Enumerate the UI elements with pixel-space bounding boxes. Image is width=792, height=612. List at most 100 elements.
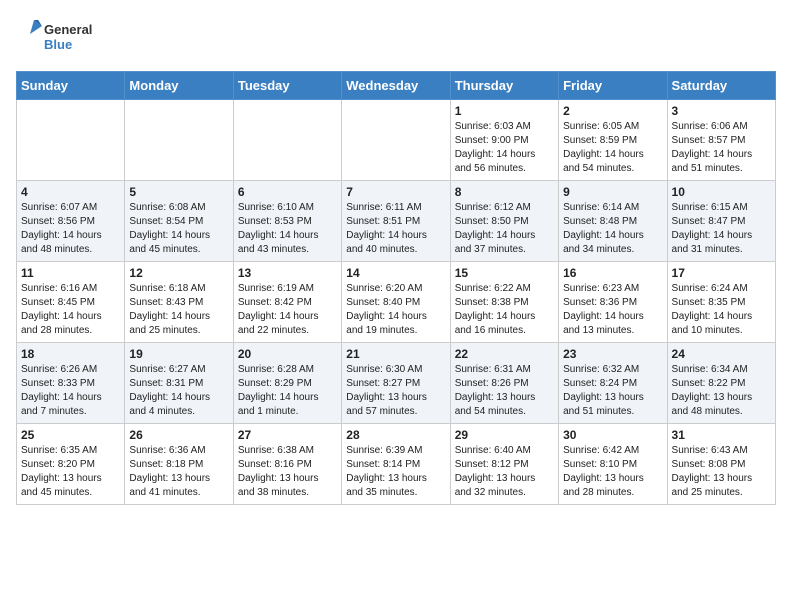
calendar-cell: 22 Sunrise: 6:31 AM Sunset: 8:26 PM Dayli… bbox=[450, 342, 558, 423]
day-info: Sunrise: 6:07 AM Sunset: 8:56 PM Dayligh… bbox=[21, 201, 120, 257]
day-info: Sunrise: 6:39 AM Sunset: 8:14 PM Dayligh… bbox=[346, 444, 445, 500]
day-info: Sunrise: 6:23 AM Sunset: 8:36 PM Dayligh… bbox=[563, 282, 662, 338]
calendar-cell: 23Sunrise: 6:32 AM Sunset: 8:24 PM Dayli… bbox=[559, 342, 667, 423]
day-info: Sunrise: 6:36 AM Sunset: 8:18 PM Dayligh… bbox=[129, 444, 228, 500]
day-info: Sunrise: 6:30 AM Sunset: 8:27 PM Dayligh… bbox=[346, 363, 445, 419]
calendar-week-row: 4Sunrise: 6:07 AM Sunset: 8:56 PM Daylig… bbox=[17, 180, 776, 261]
day-info: Sunrise: 6:22 AM Sunset: 8:38 PM Dayligh… bbox=[455, 282, 554, 338]
day-info: Sunrise: 6:35 AM Sunset: 8:20 PM Dayligh… bbox=[21, 444, 120, 500]
day-number: 12 bbox=[129, 266, 228, 280]
day-number: 8 bbox=[455, 185, 554, 199]
day-info: Sunrise: 6:16 AM Sunset: 8:45 PM Dayligh… bbox=[21, 282, 120, 338]
day-number: 10 bbox=[672, 185, 771, 199]
calendar-cell: 24 Sunrise: 6:34 AM Sunset: 8:22 PM Dayli… bbox=[667, 342, 775, 423]
calendar-cell: 2Sunrise: 6:05 AM Sunset: 8:59 PM Daylig… bbox=[559, 99, 667, 180]
day-number: 22 bbox=[455, 347, 554, 361]
day-number: 6 bbox=[238, 185, 337, 199]
calendar-cell: 29Sunrise: 6:40 AM Sunset: 8:12 PM Dayli… bbox=[450, 423, 558, 504]
day-info: Sunrise: 6:31 AM Sunset: 8:26 PM Dayligh… bbox=[455, 363, 554, 419]
day-number: 16 bbox=[563, 266, 662, 280]
calendar-cell: 3 Sunrise: 6:06 AM Sunset: 8:57 PM Daylig… bbox=[667, 99, 775, 180]
day-info: Sunrise: 6:03 AM Sunset: 9:00 PM Dayligh… bbox=[455, 120, 554, 176]
calendar-cell: 7 Sunrise: 6:11 AM Sunset: 8:51 PM Daylig… bbox=[342, 180, 450, 261]
day-number: 28 bbox=[346, 428, 445, 442]
calendar-cell: 19Sunrise: 6:27 AM Sunset: 8:31 PM Dayli… bbox=[125, 342, 233, 423]
calendar-cell bbox=[233, 99, 341, 180]
calendar-cell: 10Sunrise: 6:15 AM Sunset: 8:47 PM Dayli… bbox=[667, 180, 775, 261]
calendar-week-row: 25 Sunrise: 6:35 AM Sunset: 8:20 PM Dayli… bbox=[17, 423, 776, 504]
day-info: Sunrise: 6:12 AM Sunset: 8:50 PM Dayligh… bbox=[455, 201, 554, 257]
calendar-cell: 30 Sunrise: 6:42 AM Sunset: 8:10 PM Dayli… bbox=[559, 423, 667, 504]
weekday-header-friday: Friday bbox=[559, 71, 667, 99]
day-number: 14 bbox=[346, 266, 445, 280]
day-info: Sunrise: 6:24 AM Sunset: 8:35 PM Dayligh… bbox=[672, 282, 771, 338]
calendar-cell: 14 Sunrise: 6:20 AM Sunset: 8:40 PM Dayli… bbox=[342, 261, 450, 342]
day-info: Sunrise: 6:42 AM Sunset: 8:10 PM Dayligh… bbox=[563, 444, 662, 500]
calendar-cell: 18 Sunrise: 6:26 AM Sunset: 8:33 PM Dayli… bbox=[17, 342, 125, 423]
day-number: 11 bbox=[21, 266, 120, 280]
calendar-cell bbox=[17, 99, 125, 180]
day-info: Sunrise: 6:14 AM Sunset: 8:48 PM Dayligh… bbox=[563, 201, 662, 257]
day-number: 18 bbox=[21, 347, 120, 361]
day-number: 31 bbox=[672, 428, 771, 442]
calendar-cell: 11 Sunrise: 6:16 AM Sunset: 8:45 PM Dayli… bbox=[17, 261, 125, 342]
day-info: Sunrise: 6:08 AM Sunset: 8:54 PM Dayligh… bbox=[129, 201, 228, 257]
day-info: Sunrise: 6:32 AM Sunset: 8:24 PM Dayligh… bbox=[563, 363, 662, 419]
day-number: 30 bbox=[563, 428, 662, 442]
day-number: 27 bbox=[238, 428, 337, 442]
calendar-cell: 9 Sunrise: 6:14 AM Sunset: 8:48 PM Daylig… bbox=[559, 180, 667, 261]
day-info: Sunrise: 6:34 AM Sunset: 8:22 PM Dayligh… bbox=[672, 363, 771, 419]
calendar-cell: 6 Sunrise: 6:10 AM Sunset: 8:53 PM Daylig… bbox=[233, 180, 341, 261]
day-number: 3 bbox=[672, 104, 771, 118]
calendar-cell bbox=[342, 99, 450, 180]
day-number: 15 bbox=[455, 266, 554, 280]
day-info: Sunrise: 6:43 AM Sunset: 8:08 PM Dayligh… bbox=[672, 444, 771, 500]
day-info: Sunrise: 6:10 AM Sunset: 8:53 PM Dayligh… bbox=[238, 201, 337, 257]
calendar-cell: 17 Sunrise: 6:24 AM Sunset: 8:35 PM Dayli… bbox=[667, 261, 775, 342]
day-info: Sunrise: 6:26 AM Sunset: 8:33 PM Dayligh… bbox=[21, 363, 120, 419]
day-number: 20 bbox=[238, 347, 337, 361]
day-number: 9 bbox=[563, 185, 662, 199]
day-info: Sunrise: 6:18 AM Sunset: 8:43 PM Dayligh… bbox=[129, 282, 228, 338]
calendar-cell: 20 Sunrise: 6:28 AM Sunset: 8:29 PM Dayli… bbox=[233, 342, 341, 423]
calendar-cell bbox=[125, 99, 233, 180]
calendar-cell: 27Sunrise: 6:38 AM Sunset: 8:16 PM Dayli… bbox=[233, 423, 341, 504]
svg-text:General: General bbox=[44, 22, 92, 37]
logo-text: General Blue bbox=[16, 16, 106, 61]
weekday-header-tuesday: Tuesday bbox=[233, 71, 341, 99]
calendar-week-row: 1Sunrise: 6:03 AM Sunset: 9:00 PM Daylig… bbox=[17, 99, 776, 180]
calendar-cell: 26 Sunrise: 6:36 AM Sunset: 8:18 PM Dayli… bbox=[125, 423, 233, 504]
weekday-header-wednesday: Wednesday bbox=[342, 71, 450, 99]
day-info: Sunrise: 6:06 AM Sunset: 8:57 PM Dayligh… bbox=[672, 120, 771, 176]
day-number: 5 bbox=[129, 185, 228, 199]
day-number: 7 bbox=[346, 185, 445, 199]
calendar-cell: 13Sunrise: 6:19 AM Sunset: 8:42 PM Dayli… bbox=[233, 261, 341, 342]
calendar-cell: 4Sunrise: 6:07 AM Sunset: 8:56 PM Daylig… bbox=[17, 180, 125, 261]
logo-svg: General Blue bbox=[16, 16, 106, 56]
calendar-cell: 12 Sunrise: 6:18 AM Sunset: 8:43 PM Dayli… bbox=[125, 261, 233, 342]
day-number: 25 bbox=[21, 428, 120, 442]
page-header: General Blue bbox=[16, 16, 776, 61]
weekday-header-thursday: Thursday bbox=[450, 71, 558, 99]
calendar-cell: 16 Sunrise: 6:23 AM Sunset: 8:36 PM Dayli… bbox=[559, 261, 667, 342]
calendar-cell: 15 Sunrise: 6:22 AM Sunset: 8:38 PM Dayli… bbox=[450, 261, 558, 342]
day-info: Sunrise: 6:20 AM Sunset: 8:40 PM Dayligh… bbox=[346, 282, 445, 338]
calendar-cell: 31 Sunrise: 6:43 AM Sunset: 8:08 PM Dayli… bbox=[667, 423, 775, 504]
calendar-cell: 1Sunrise: 6:03 AM Sunset: 9:00 PM Daylig… bbox=[450, 99, 558, 180]
weekday-header-monday: Monday bbox=[125, 71, 233, 99]
day-info: Sunrise: 6:27 AM Sunset: 8:31 PM Dayligh… bbox=[129, 363, 228, 419]
calendar-cell: 21Sunrise: 6:30 AM Sunset: 8:27 PM Dayli… bbox=[342, 342, 450, 423]
calendar-table: SundayMondayTuesdayWednesdayThursdayFrid… bbox=[16, 71, 776, 505]
day-number: 24 bbox=[672, 347, 771, 361]
day-info: Sunrise: 6:05 AM Sunset: 8:59 PM Dayligh… bbox=[563, 120, 662, 176]
day-number: 29 bbox=[455, 428, 554, 442]
calendar-cell: 28 Sunrise: 6:39 AM Sunset: 8:14 PM Dayli… bbox=[342, 423, 450, 504]
calendar-cell: 25 Sunrise: 6:35 AM Sunset: 8:20 PM Dayli… bbox=[17, 423, 125, 504]
logo: General Blue bbox=[16, 16, 106, 61]
day-info: Sunrise: 6:11 AM Sunset: 8:51 PM Dayligh… bbox=[346, 201, 445, 257]
day-number: 17 bbox=[672, 266, 771, 280]
calendar-cell: 8 Sunrise: 6:12 AM Sunset: 8:50 PM Daylig… bbox=[450, 180, 558, 261]
day-number: 26 bbox=[129, 428, 228, 442]
day-number: 13 bbox=[238, 266, 337, 280]
day-info: Sunrise: 6:28 AM Sunset: 8:29 PM Dayligh… bbox=[238, 363, 337, 419]
